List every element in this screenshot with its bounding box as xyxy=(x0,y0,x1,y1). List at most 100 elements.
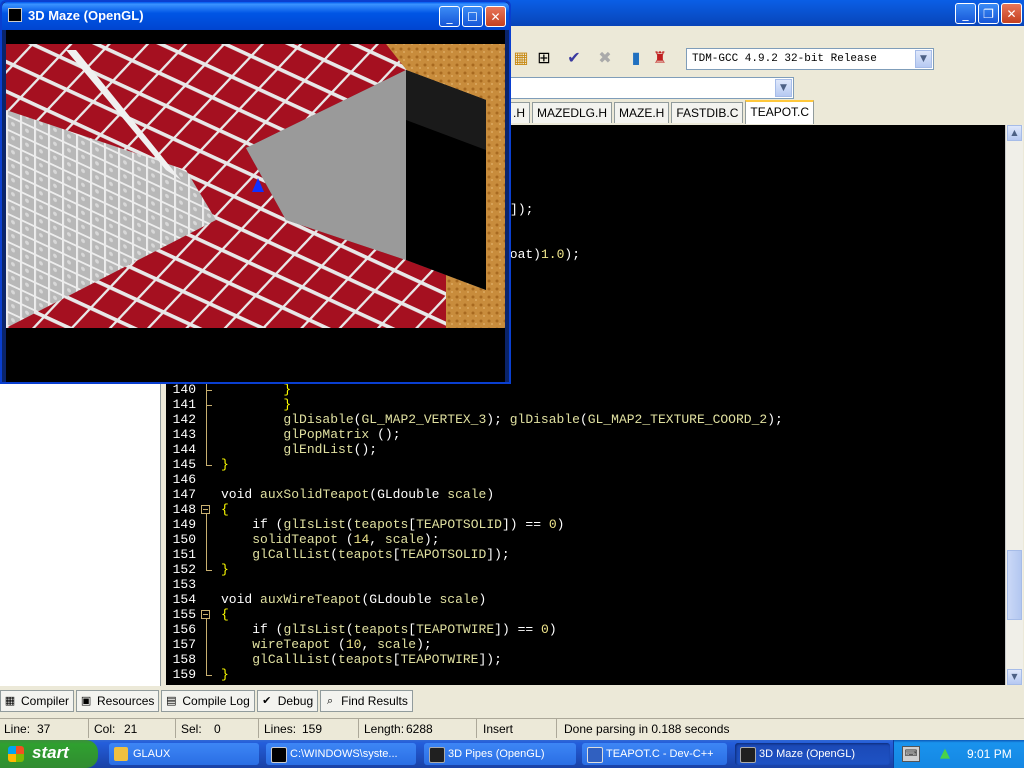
fold-rail xyxy=(206,514,207,570)
tab-label: Find Results xyxy=(341,694,408,708)
line-number: 152 xyxy=(172,562,196,577)
taskbar-item-label: GLAUX xyxy=(133,748,171,760)
code-text: if (glIsList(teapots[TEAPOTSOLID]) == 0) xyxy=(252,517,565,532)
status-divider xyxy=(88,719,89,738)
fold-end xyxy=(206,405,212,406)
taskbar-item-3d-maze[interactable]: 3D Maze (OpenGL) xyxy=(735,743,890,765)
devcpp-close-button[interactable]: ✕ xyxy=(1001,3,1022,24)
taskbar-item-glaux[interactable]: GLAUX xyxy=(109,743,259,765)
tab-maze-h[interactable]: MAZE.H xyxy=(614,102,670,123)
status-message: Done parsing in 0.188 seconds xyxy=(564,722,730,736)
scrollbar-thumb[interactable] xyxy=(1007,550,1022,620)
devcpp-icon xyxy=(587,747,603,763)
file-tabs: .H MAZEDLG.H MAZE.H FASTDIB.C TEAPOT.C xyxy=(508,100,816,124)
system-tray: ⌨ ▲ 9:01 PM xyxy=(893,740,1024,768)
tab-mazedlg-h[interactable]: MAZEDLG.H xyxy=(532,102,613,123)
maze-maximize-button[interactable]: ☐ xyxy=(462,6,483,27)
toolbar-delete-icon[interactable]: ✖ xyxy=(594,47,616,69)
line-number: 159 xyxy=(172,667,196,682)
tab-file[interactable]: .H xyxy=(508,102,530,123)
code-text: } xyxy=(283,382,292,397)
fold-toggle-icon[interactable] xyxy=(201,505,210,514)
status-divider xyxy=(556,719,557,738)
tab-find-results[interactable]: ⌕ Find Results xyxy=(320,690,413,712)
editor-scrollbar[interactable]: ▲ ▼ xyxy=(1005,125,1023,685)
toolbar-profile-icon[interactable]: ♜ xyxy=(649,47,671,69)
line-number: 145 xyxy=(172,457,196,472)
tab-label: Debug xyxy=(277,694,314,708)
status-divider xyxy=(258,719,259,738)
status-divider xyxy=(476,719,477,738)
status-line-label: Line: xyxy=(4,722,31,736)
taskbar-item-cmd[interactable]: C:\WINDOWS\syste... xyxy=(266,743,416,765)
compiler-select-value: TDM-GCC 4.9.2 32-bit Release xyxy=(692,53,877,65)
status-sel-label: Sel: xyxy=(181,722,202,736)
chevron-down-icon[interactable]: ▼ xyxy=(775,79,792,97)
start-button[interactable]: start xyxy=(0,740,98,768)
network-icon[interactable]: ▲ xyxy=(940,746,956,762)
line-number: 150 xyxy=(172,532,196,547)
status-col-value: 21 xyxy=(124,722,138,736)
line-number: 158 xyxy=(172,652,196,667)
code-text: glCallList(teapots[TEAPOTWIRE]); xyxy=(252,652,502,667)
maze-window[interactable]: 3D Maze (OpenGL) _ ☐ ✕ xyxy=(0,0,511,384)
code-text: void auxWireTeapot(GLdouble scale) xyxy=(221,592,487,607)
toolbar-windows-icon[interactable]: ⊞ xyxy=(533,47,555,69)
tab-resources[interactable]: ▣ Resources xyxy=(76,690,160,712)
fold-end xyxy=(206,675,212,676)
scroll-up-icon[interactable]: ▲ xyxy=(1007,125,1022,141)
folder-icon xyxy=(114,747,128,761)
devcpp-restore-button[interactable]: ❐ xyxy=(978,3,999,24)
line-number: 156 xyxy=(172,622,196,637)
find-icon: ⌕ xyxy=(327,694,334,707)
status-length-label: Length: xyxy=(364,722,405,736)
line-number: 140 xyxy=(172,382,196,397)
tab-compiler[interactable]: ▦ Compiler xyxy=(0,690,75,712)
tab-teapot-c[interactable]: TEAPOT.C xyxy=(745,100,815,124)
maze-close-button[interactable]: ✕ xyxy=(485,6,506,27)
cmd-icon xyxy=(271,747,287,763)
toolbar-chart-icon[interactable]: ▮ xyxy=(625,47,647,69)
status-line-value: 37 xyxy=(37,722,51,736)
fold-toggle-icon[interactable] xyxy=(201,610,210,619)
toolbar-grid-icon[interactable]: ▦ xyxy=(510,47,532,69)
code-text: solidTeapot (14, scale); xyxy=(252,532,440,547)
taskbar-item-3d-pipes[interactable]: 3D Pipes (OpenGL) xyxy=(424,743,576,765)
maze-minimize-button[interactable]: _ xyxy=(439,6,460,27)
code-text: void auxSolidTeapot(GLdouble scale) xyxy=(221,487,495,502)
taskbar-item-label: C:\WINDOWS\syste... xyxy=(290,748,398,760)
line-number: 155 xyxy=(172,607,196,622)
line-number: 142 xyxy=(172,412,196,427)
fold-end xyxy=(206,390,212,391)
line-number: 151 xyxy=(172,547,196,562)
scroll-down-icon[interactable]: ▼ xyxy=(1007,669,1022,685)
taskbar-item-devcpp[interactable]: TEAPOT.C - Dev-C++ xyxy=(582,743,727,765)
tab-compile-log[interactable]: ▤ Compile Log xyxy=(161,690,255,712)
log-icon: ▤ xyxy=(166,694,177,707)
chevron-down-icon[interactable]: ▼ xyxy=(915,50,932,68)
line-number: 141 xyxy=(172,397,196,412)
tab-fastdib-c[interactable]: FASTDIB.C xyxy=(671,102,744,123)
devcpp-minimize-button[interactable]: _ xyxy=(955,3,976,24)
tab-debug[interactable]: ✔ Debug xyxy=(256,690,319,712)
taskbar-item-label: 3D Maze (OpenGL) xyxy=(759,748,855,760)
code-text: } xyxy=(221,457,229,472)
clock[interactable]: 9:01 PM xyxy=(967,747,1012,761)
status-divider xyxy=(175,719,176,738)
fold-end xyxy=(206,570,212,571)
resources-icon: ▣ xyxy=(80,694,92,707)
tab-label: Compiler xyxy=(21,694,70,708)
status-mode: Insert xyxy=(483,722,514,736)
code-text: glPopMatrix (); xyxy=(283,427,401,442)
compiler-select[interactable]: TDM-GCC 4.9.2 32-bit Release ▼ xyxy=(686,48,934,70)
toolbar-check-icon[interactable]: ✔ xyxy=(563,47,585,69)
maze-window-title: 3D Maze (OpenGL) xyxy=(28,8,144,23)
maze-app-icon[interactable] xyxy=(8,8,22,22)
keyboard-icon[interactable]: ⌨ xyxy=(902,746,920,762)
line-number: 148 xyxy=(172,502,196,517)
function-select[interactable]: ▼ xyxy=(510,77,794,99)
maze-3d-viewport[interactable] xyxy=(6,30,505,382)
code-text: glCallList(teapots[TEAPOTSOLID]); xyxy=(252,547,510,562)
status-sel-value: 0 xyxy=(214,722,221,736)
windows-logo-icon xyxy=(8,746,24,762)
